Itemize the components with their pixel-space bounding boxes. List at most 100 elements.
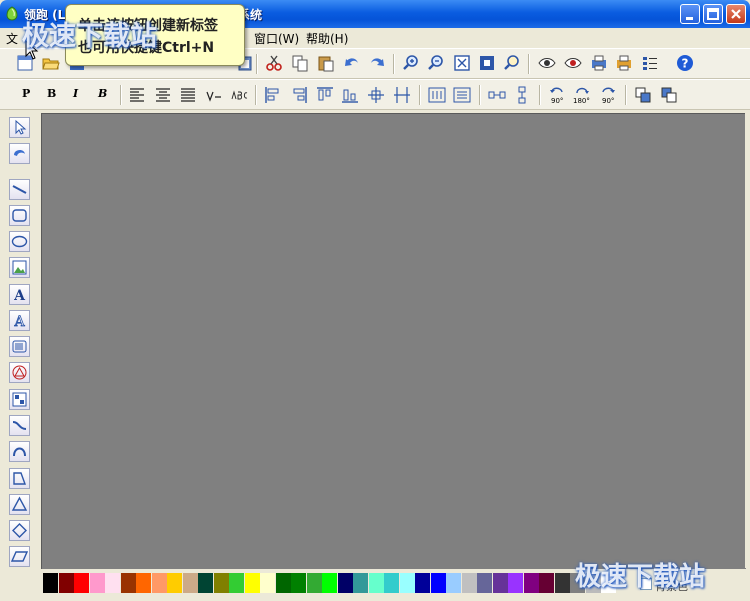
align-objects-left-icon[interactable] [264, 86, 282, 104]
distribute-horizontal-icon[interactable] [428, 86, 446, 104]
barcode-tool[interactable] [9, 336, 30, 357]
properties-list-icon[interactable] [641, 54, 659, 72]
bold-italic-button[interactable]: B [98, 87, 107, 100]
actual-size-icon[interactable] [478, 54, 496, 72]
color-swatch[interactable] [183, 573, 198, 593]
parallelogram-tool[interactable] [9, 546, 30, 567]
minimize-button[interactable] [680, 4, 700, 24]
color-swatch[interactable] [524, 573, 539, 593]
color-swatch[interactable] [508, 573, 523, 593]
color-swatch[interactable] [229, 573, 244, 593]
triangle-in-circle-icon [12, 365, 27, 380]
color-swatch[interactable] [353, 573, 368, 593]
align-center-icon[interactable] [154, 86, 172, 104]
color-swatch[interactable] [121, 573, 136, 593]
align-objects-top-icon[interactable] [316, 86, 334, 104]
font-p-button[interactable]: P [22, 87, 30, 100]
color-swatch[interactable] [214, 573, 229, 593]
help-icon[interactable]: ? [676, 54, 694, 72]
color-swatch[interactable] [74, 573, 89, 593]
printer-setup-icon[interactable] [615, 54, 633, 72]
text-tool[interactable]: A [9, 284, 30, 305]
triangle-tool[interactable] [9, 494, 30, 515]
color-swatch[interactable] [167, 573, 182, 593]
shape-symbol-tool[interactable] [9, 362, 30, 383]
image-tool[interactable] [9, 257, 30, 278]
align-objects-right-icon[interactable] [290, 86, 308, 104]
art-text-tool[interactable]: A [9, 310, 30, 331]
color-swatch[interactable] [245, 573, 260, 593]
text-case-icon[interactable] [231, 86, 249, 104]
qr-code-tool[interactable] [9, 389, 30, 410]
color-swatch[interactable] [415, 573, 430, 593]
same-width-icon[interactable] [488, 86, 506, 104]
color-swatch[interactable] [493, 573, 508, 593]
copy-icon[interactable] [291, 54, 309, 72]
align-objects-bottom-icon[interactable] [341, 86, 359, 104]
toolbar-separator [256, 54, 258, 74]
toolbar-separator [393, 54, 395, 74]
redo-icon[interactable] [368, 54, 386, 72]
color-swatch[interactable] [198, 573, 213, 593]
color-swatch[interactable] [431, 573, 446, 593]
center-horizontal-icon[interactable] [367, 86, 385, 104]
curve-tool[interactable] [9, 415, 30, 436]
undo-icon[interactable] [343, 54, 361, 72]
menu-file[interactable]: 文 [6, 30, 18, 47]
color-swatch[interactable] [555, 573, 570, 593]
rounded-rectangle-tool[interactable] [9, 205, 30, 226]
text-spacing-icon[interactable] [205, 86, 223, 104]
zoom-out-icon[interactable] [427, 54, 445, 72]
color-swatch[interactable] [276, 573, 291, 593]
color-swatch[interactable] [539, 573, 554, 593]
color-swatch[interactable] [307, 573, 322, 593]
color-swatch[interactable] [400, 573, 415, 593]
open-folder-icon[interactable] [42, 54, 60, 72]
align-justify-icon[interactable] [179, 86, 197, 104]
color-swatch[interactable] [338, 573, 353, 593]
color-swatch[interactable] [384, 573, 399, 593]
center-vertical-icon[interactable] [393, 86, 411, 104]
color-swatch[interactable] [260, 573, 275, 593]
fit-page-icon[interactable] [453, 54, 471, 72]
select-tool[interactable] [9, 117, 30, 138]
color-swatch[interactable] [446, 573, 461, 593]
s-curve-icon [12, 421, 27, 430]
cut-icon[interactable] [265, 54, 283, 72]
send-to-back-icon[interactable] [660, 86, 678, 104]
color-swatch[interactable] [90, 573, 105, 593]
italic-button[interactable]: I [73, 87, 78, 100]
ellipse-tool[interactable] [9, 231, 30, 252]
color-swatch[interactable] [152, 573, 167, 593]
color-swatch[interactable] [477, 573, 492, 593]
distribute-vertical-icon[interactable] [453, 86, 471, 104]
color-swatch[interactable] [462, 573, 477, 593]
color-swatch[interactable] [291, 573, 306, 593]
zoom-custom-icon[interactable] [503, 54, 521, 72]
pan-tool[interactable] [9, 143, 30, 164]
maximize-button[interactable] [703, 4, 723, 24]
print-icon[interactable] [590, 54, 608, 72]
color-swatch[interactable] [105, 573, 120, 593]
menu-help[interactable]: 帮助(H) [306, 30, 348, 47]
line-tool[interactable] [9, 179, 30, 200]
bold-button[interactable]: B [47, 87, 56, 100]
color-swatch[interactable] [369, 573, 384, 593]
color-swatch[interactable] [59, 573, 74, 593]
preview-eye-icon[interactable] [538, 54, 556, 72]
same-height-icon[interactable] [513, 86, 531, 104]
color-swatch[interactable] [136, 573, 151, 593]
zoom-in-icon[interactable] [402, 54, 420, 72]
color-swatch[interactable] [322, 573, 337, 593]
close-button[interactable] [726, 4, 746, 24]
menu-window[interactable]: 窗口(W) [254, 30, 299, 47]
label-design-canvas[interactable] [41, 113, 746, 569]
paste-icon[interactable] [317, 54, 335, 72]
align-left-icon[interactable] [128, 86, 146, 104]
polygon-tool[interactable] [9, 468, 30, 489]
bring-to-front-icon[interactable] [634, 86, 652, 104]
diamond-tool[interactable] [9, 520, 30, 541]
arc-tool[interactable] [9, 441, 30, 462]
print-preview-eye-icon[interactable] [564, 54, 582, 72]
color-swatch[interactable] [43, 573, 58, 593]
